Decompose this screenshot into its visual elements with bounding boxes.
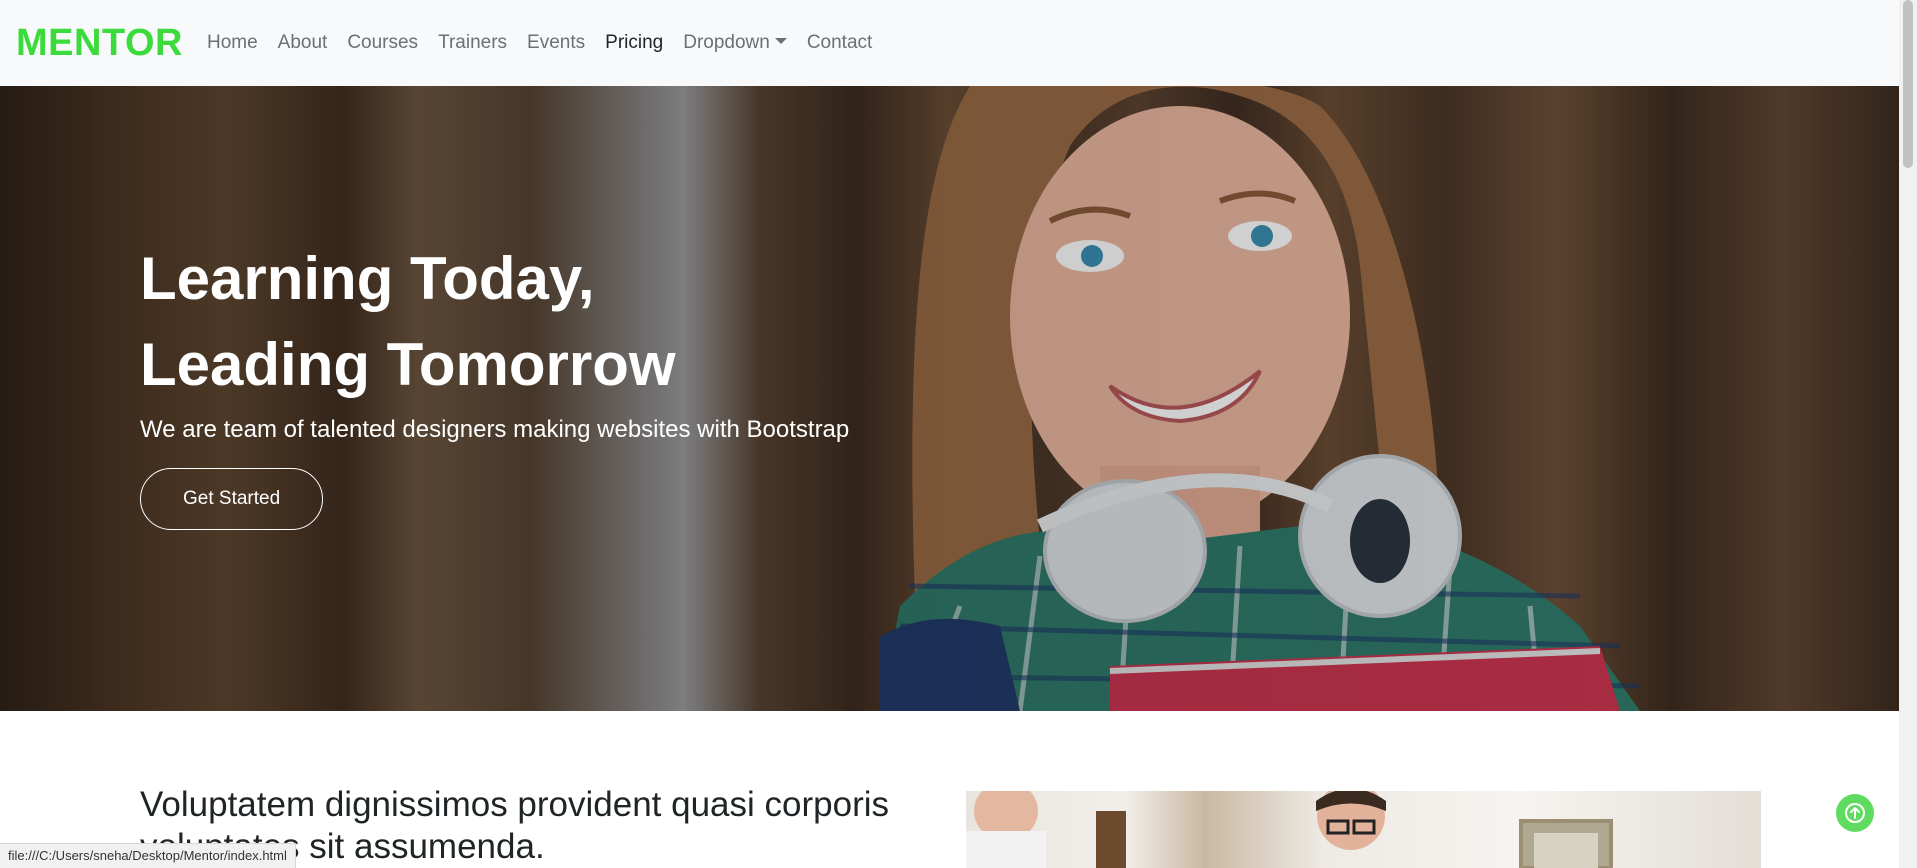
- brand-logo[interactable]: MENTOR: [16, 22, 183, 65]
- page-scrollbar[interactable]: [1899, 0, 1917, 868]
- nav-link-contact[interactable]: Contact: [797, 0, 882, 86]
- back-to-top-button[interactable]: [1836, 794, 1874, 832]
- scrollbar-thumb[interactable]: [1903, 0, 1913, 168]
- hero-content: Learning Today, Leading Tomorrow We are …: [140, 236, 849, 530]
- nav-link-events[interactable]: Events: [517, 0, 595, 86]
- hero-title: Learning Today, Leading Tomorrow: [140, 236, 840, 408]
- get-started-button[interactable]: Get Started: [140, 468, 324, 530]
- status-bar-url: file:///C:/Users/sneha/Desktop/Mentor/in…: [0, 843, 296, 868]
- nav-link-courses[interactable]: Courses: [337, 0, 428, 86]
- hero-section: Learning Today, Leading Tomorrow We are …: [0, 86, 1899, 711]
- dropdown-label: Dropdown: [683, 32, 770, 53]
- nav-link-pricing[interactable]: Pricing: [595, 0, 673, 86]
- hero-title-line1: Learning Today,: [140, 245, 595, 312]
- nav-link-home[interactable]: Home: [197, 0, 268, 86]
- nav-links: Home About Courses Trainers Events Prici…: [197, 0, 882, 86]
- caret-down-icon: [774, 37, 787, 44]
- about-image: [966, 791, 1761, 868]
- nav-link-trainers[interactable]: Trainers: [428, 0, 517, 86]
- hero-title-line2: Leading Tomorrow: [140, 331, 676, 398]
- arrow-up-icon: [1845, 803, 1865, 823]
- navbar: MENTOR Home About Courses Trainers Event…: [0, 0, 1899, 86]
- hero-subtitle: We are team of talented designers making…: [140, 416, 850, 443]
- nav-link-dropdown[interactable]: Dropdown: [673, 0, 797, 86]
- nav-link-about[interactable]: About: [268, 0, 338, 86]
- about-image-art: [966, 791, 1613, 868]
